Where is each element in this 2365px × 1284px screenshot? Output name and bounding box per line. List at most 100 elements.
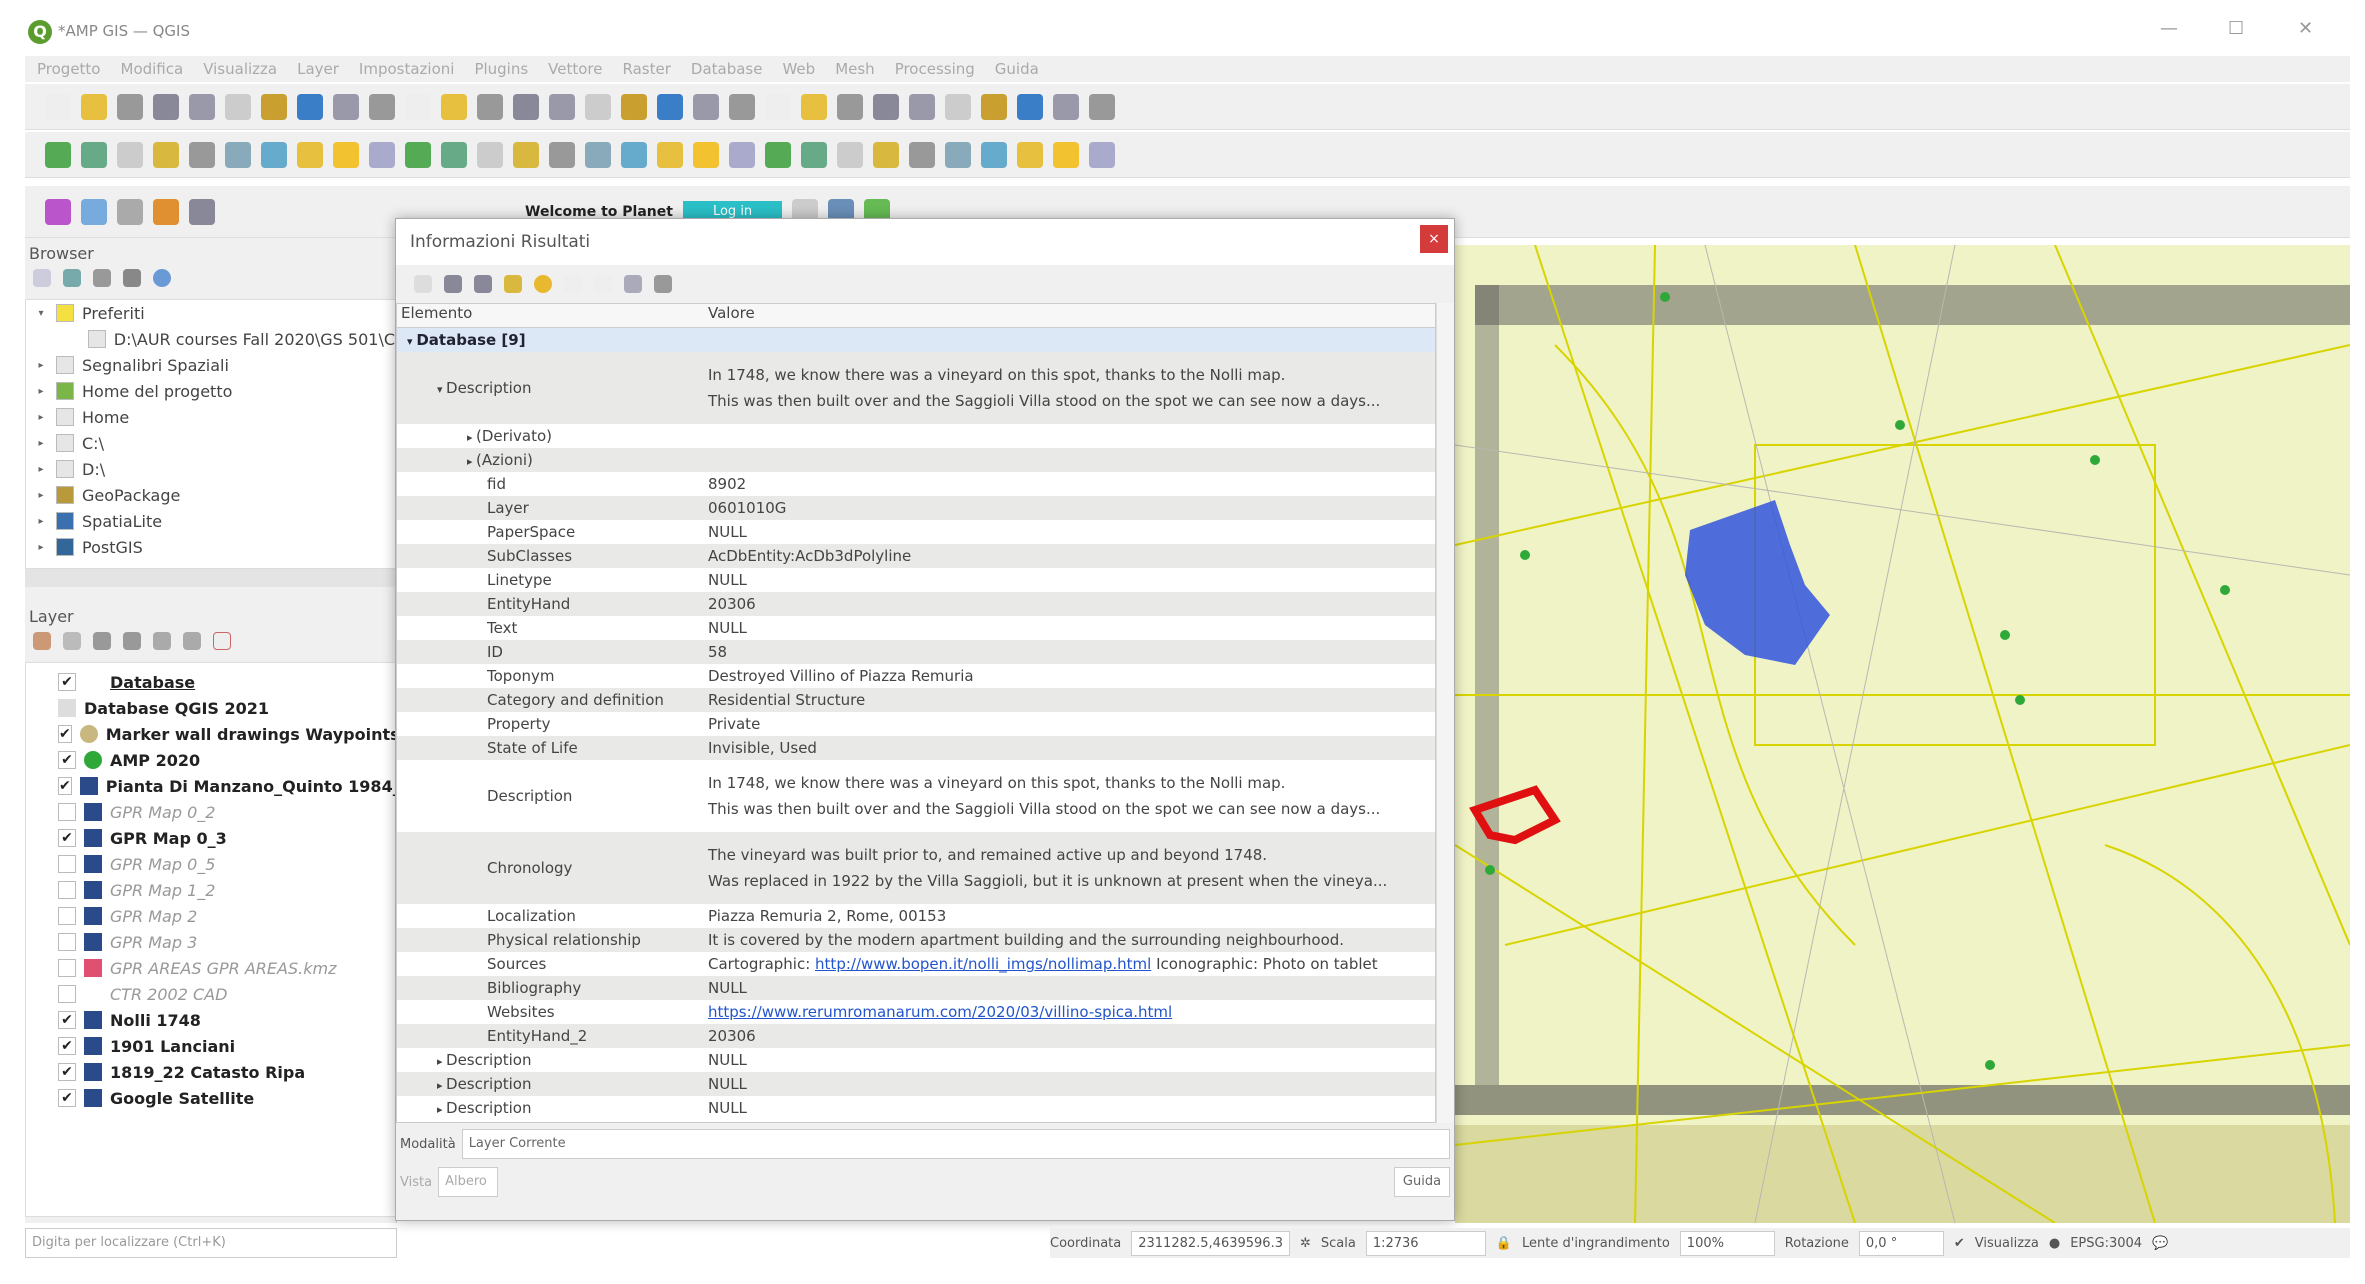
toolbar-0-tool-icon-15[interactable] bbox=[585, 93, 611, 120]
menu-plugins[interactable]: Plugins bbox=[474, 60, 528, 78]
toolbar-0-tool-icon-13[interactable] bbox=[513, 93, 539, 120]
toolbar-1-tool-icon-14[interactable] bbox=[549, 141, 575, 168]
layer-item[interactable]: GPR AREAS GPR AREAS.kmz bbox=[26, 955, 395, 981]
layer-item[interactable]: CTR 2002 CAD bbox=[26, 981, 395, 1007]
toolbar-0-tool-icon-19[interactable] bbox=[729, 93, 755, 120]
browser-item[interactable]: D:\AUR courses Fall 2020\GS 501\C bbox=[26, 326, 395, 352]
menu-visualizza[interactable]: Visualizza bbox=[203, 60, 277, 78]
maximize-button[interactable]: ☐ bbox=[2228, 18, 2244, 39]
layer-visibility-checkbox[interactable]: ✔ bbox=[58, 1089, 76, 1107]
menu-processing[interactable]: Processing bbox=[895, 60, 975, 78]
toolbar-0-tool-icon-8[interactable] bbox=[333, 93, 359, 120]
layer-item[interactable]: ✔ GPR Map 0_3 bbox=[26, 825, 395, 851]
coordinate-field[interactable]: 2311282.5,4639596.3 bbox=[1131, 1230, 1290, 1256]
browser-item[interactable]: ▸ Home del progetto bbox=[26, 378, 395, 404]
dialog-close-button[interactable]: × bbox=[1420, 225, 1448, 253]
toolbar-1-tool-icon-8[interactable] bbox=[333, 141, 359, 168]
layer-visibility-checkbox[interactable]: ✔ bbox=[58, 1037, 76, 1055]
filter-icon[interactable] bbox=[93, 269, 111, 287]
result-row[interactable]: ▾ Database [9] bbox=[397, 328, 1435, 352]
add-group-icon[interactable] bbox=[63, 632, 81, 650]
layer-visibility-checkbox[interactable] bbox=[58, 985, 76, 1003]
toolbar-0-tool-icon-11[interactable] bbox=[441, 93, 467, 120]
result-row[interactable]: Bibliography NULL bbox=[397, 976, 1435, 1000]
column-header-value[interactable]: Valore bbox=[702, 304, 1435, 327]
layer-item[interactable]: GPR Map 0_5 bbox=[26, 851, 395, 877]
layer-item[interactable]: ✔ Marker wall drawings Waypoints bbox=[26, 721, 395, 747]
toolbar-0-tool-icon-22[interactable] bbox=[837, 93, 863, 120]
column-header-element[interactable]: Elemento bbox=[397, 304, 702, 327]
refresh-icon[interactable] bbox=[63, 269, 81, 287]
layer-visibility-checkbox[interactable] bbox=[58, 855, 76, 873]
toolbar-1-tool-icon-26[interactable] bbox=[981, 141, 1007, 168]
result-row[interactable]: PaperSpace NULL bbox=[397, 520, 1435, 544]
layer-visibility-checkbox[interactable]: ✔ bbox=[58, 1011, 76, 1029]
result-row[interactable]: ▸ Description NULL bbox=[397, 1072, 1435, 1096]
chevron-right-icon[interactable]: ▸ bbox=[34, 386, 48, 397]
copy-feature-icon[interactable] bbox=[564, 275, 582, 293]
result-row[interactable]: Chronology The vineyard was built prior t… bbox=[397, 832, 1435, 904]
chevron-down-icon[interactable]: ▾ bbox=[437, 383, 446, 396]
toolbar-0-tool-icon-1[interactable] bbox=[81, 93, 107, 120]
result-row[interactable]: ID 58 bbox=[397, 640, 1435, 664]
result-row[interactable]: Linetype NULL bbox=[397, 568, 1435, 592]
browser-item[interactable]: ▸ Segnalibri Spaziali bbox=[26, 352, 395, 378]
layer-item[interactable]: ✔ 1819_22 Catasto Ripa bbox=[26, 1059, 395, 1085]
toolbar-1-tool-icon-21[interactable] bbox=[801, 141, 827, 168]
toolbar-1-tool-icon-27[interactable] bbox=[1017, 141, 1043, 168]
layer-item[interactable]: GPR Map 3 bbox=[26, 929, 395, 955]
chevron-right-icon[interactable]: ▸ bbox=[34, 516, 48, 527]
result-link[interactable]: http://www.bopen.it/nolli_imgs/nollimap.… bbox=[815, 955, 1151, 973]
render-checkbox[interactable]: ✔ bbox=[1954, 1236, 1965, 1251]
layer-item[interactable]: ✔ Database bbox=[26, 669, 395, 695]
toolbar-0-tool-icon-20[interactable] bbox=[765, 93, 791, 120]
chevron-right-icon[interactable]: ▸ bbox=[467, 431, 476, 444]
layer-item[interactable]: GPR Map 1_2 bbox=[26, 877, 395, 903]
result-row[interactable]: Description In 1748, we know there was a … bbox=[397, 760, 1435, 832]
expand-new-icon[interactable] bbox=[504, 275, 522, 293]
toolbar-2-tool-icon-3[interactable] bbox=[81, 198, 107, 225]
toolbar-1-tool-icon-17[interactable] bbox=[657, 141, 683, 168]
toolbar-1-tool-icon-20[interactable] bbox=[765, 141, 791, 168]
browser-horizontal-scrollbar[interactable] bbox=[25, 569, 396, 587]
menu-layer[interactable]: Layer bbox=[297, 60, 339, 78]
toolbar-0-tool-icon-9[interactable] bbox=[369, 93, 395, 120]
results-vertical-scrollbar[interactable] bbox=[1436, 303, 1454, 1123]
toolbar-1-tool-icon-2[interactable] bbox=[117, 141, 143, 168]
toolbar-0-tool-icon-12[interactable] bbox=[477, 93, 503, 120]
map-themes-icon[interactable] bbox=[93, 632, 111, 650]
chevron-right-icon[interactable]: ▸ bbox=[437, 1103, 446, 1116]
toolbar-1-tool-icon-25[interactable] bbox=[945, 141, 971, 168]
extents-toggle-icon[interactable]: ✲ bbox=[1300, 1236, 1311, 1251]
toolbar-2-tool-icon-4[interactable] bbox=[45, 198, 71, 225]
minimize-button[interactable]: — bbox=[2160, 18, 2178, 39]
toolbar-0-tool-icon-6[interactable] bbox=[261, 93, 287, 120]
locator-search-input[interactable]: Digita per localizzare (Ctrl+K) bbox=[25, 1228, 397, 1258]
layer-visibility-checkbox[interactable]: ✔ bbox=[58, 725, 72, 743]
toolbar-0-tool-icon-26[interactable] bbox=[981, 93, 1007, 120]
toolbar-0-tool-icon-18[interactable] bbox=[693, 93, 719, 120]
browser-item[interactable]: ▸ GeoPackage bbox=[26, 482, 395, 508]
result-row[interactable]: ▸ Description NULL bbox=[397, 1048, 1435, 1072]
result-row[interactable]: ▾ Description In 1748, we know there was … bbox=[397, 352, 1435, 424]
layer-item[interactable]: ✔ Nolli 1748 bbox=[26, 1007, 395, 1033]
browser-item[interactable]: ▸ PostGIS bbox=[26, 534, 395, 560]
chevron-right-icon[interactable]: ▸ bbox=[34, 542, 48, 553]
chevron-down-icon[interactable]: ▾ bbox=[34, 308, 48, 319]
toolbar-0-tool-icon-29[interactable] bbox=[1089, 93, 1115, 120]
toolbar-1-tool-icon-22[interactable] bbox=[837, 141, 863, 168]
layer-visibility-checkbox[interactable]: ✔ bbox=[58, 1063, 76, 1081]
expand-tree-icon[interactable] bbox=[444, 275, 462, 293]
result-row[interactable]: ▸ (Azioni) bbox=[397, 448, 1435, 472]
menu-raster[interactable]: Raster bbox=[623, 60, 671, 78]
layer-visibility-checkbox[interactable] bbox=[58, 933, 76, 951]
toolbar-0-tool-icon-28[interactable] bbox=[1053, 93, 1079, 120]
toolbar-1-tool-icon-15[interactable] bbox=[585, 141, 611, 168]
toolbar-1-tool-icon-3[interactable] bbox=[153, 141, 179, 168]
toolbar-1-tool-icon-28[interactable] bbox=[1053, 141, 1079, 168]
result-row[interactable]: Layer 0601010G bbox=[397, 496, 1435, 520]
rotation-spinbox[interactable]: 0,0 ° bbox=[1858, 1230, 1944, 1256]
print-icon[interactable] bbox=[594, 275, 612, 293]
menu-mesh[interactable]: Mesh bbox=[835, 60, 875, 78]
toolbar-2-tool-icon-1[interactable] bbox=[153, 198, 179, 225]
